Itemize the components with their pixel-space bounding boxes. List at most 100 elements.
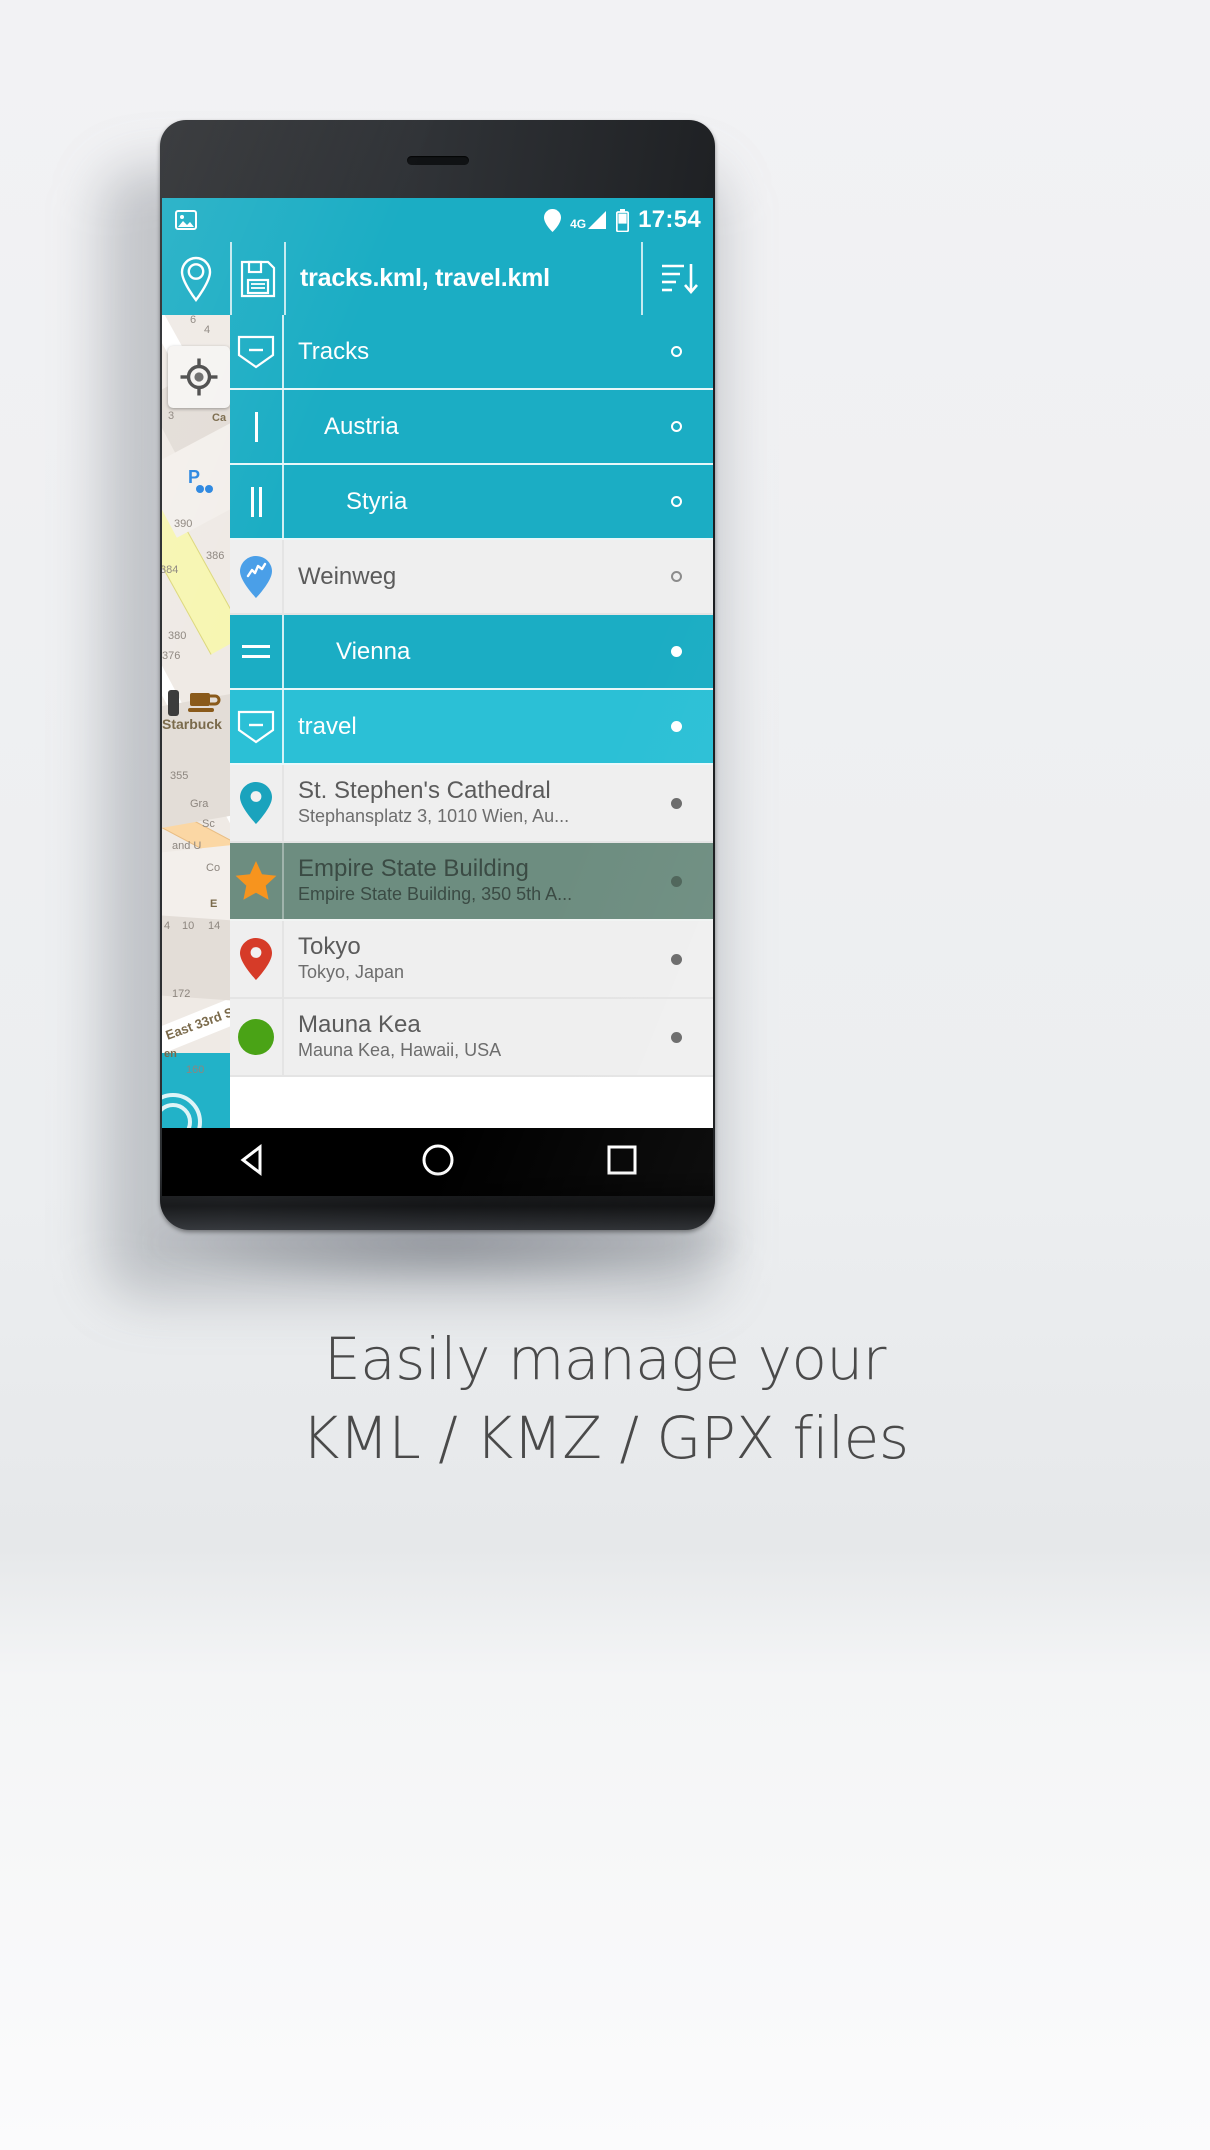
list-item[interactable]: Weinweg [230, 540, 713, 615]
list-item[interactable]: travel [230, 690, 713, 765]
list-item-marker[interactable] [639, 540, 713, 613]
map-label: Ca [212, 412, 227, 424]
toolbar-title: tracks.kml, travel.kml [284, 242, 641, 315]
indent-bars [254, 411, 258, 442]
list-item[interactable]: St. Stephen's Cathedral Stephansplatz 3,… [230, 765, 713, 843]
list-item-marker[interactable] [639, 690, 713, 763]
folder-collapse-icon[interactable] [230, 315, 284, 388]
list-item-title: Austria [324, 413, 399, 440]
list-item-marker[interactable] [639, 615, 713, 688]
list-item-marker[interactable] [639, 843, 713, 919]
filled-dot-icon [670, 797, 682, 809]
map-traffic-light-icon [168, 690, 179, 716]
indent-bar-1-icon [230, 390, 284, 463]
map-parking-icon: P [188, 467, 213, 493]
map-label: 6 [190, 314, 197, 326]
list-item-marker[interactable] [639, 765, 713, 841]
list-item[interactable]: Styria [230, 465, 713, 540]
map-label: 3 [168, 410, 175, 422]
map-label: Sc [202, 818, 215, 830]
hollow-dot-icon [670, 571, 682, 582]
phone-device: 8 6 4 3 Ca 390 386 384 380 376 Starbuck … [160, 120, 715, 1230]
map-label-starbucks: Starbuck [162, 716, 222, 732]
list-item-subtitle: Mauna Kea, Hawaii, USA [298, 1040, 502, 1061]
list-item-text: Mauna Kea Mauna Kea, Hawaii, USA [284, 999, 639, 1075]
status-bar-right: 4G 17:54 [544, 206, 701, 234]
list-item[interactable]: Tracks [230, 315, 713, 390]
map-pin-button[interactable] [162, 242, 230, 315]
list-item-marker[interactable] [639, 315, 713, 388]
filled-dot-icon [670, 646, 682, 657]
map-label: 355 [170, 770, 189, 782]
sort-descending-icon [662, 263, 698, 294]
list-item-subtitle: Empire State Building, 350 5th A... [298, 884, 573, 905]
list-item-marker[interactable] [639, 465, 713, 538]
folder-collapse-glyph [237, 335, 275, 368]
indent-bar-2-icon [230, 465, 284, 538]
list-item-title: Vienna [336, 638, 411, 665]
map-label: 172 [172, 988, 191, 1000]
list-item-marker[interactable] [639, 390, 713, 463]
map-label: E [210, 898, 218, 910]
list-item-text: Tracks [284, 315, 639, 388]
list-item-text: Styria [284, 465, 639, 538]
green-circle-glyph [238, 1019, 274, 1055]
teal-pin-icon [230, 765, 284, 841]
map-label: 160 [186, 1064, 205, 1076]
promo-caption: Easily manage your KML / KMZ / GPX files [0, 1320, 1210, 1478]
floppy-save-icon [240, 260, 276, 297]
network-indicator: 4G [570, 210, 607, 230]
battery-icon [616, 208, 630, 232]
list-item-text: Austria [284, 390, 639, 463]
list-item-title: St. Stephen's Cathedral [298, 778, 551, 805]
map-label: Gra [190, 798, 209, 810]
list-item-title: Empire State Building [298, 856, 529, 883]
list-item-title: Tokyo [298, 934, 361, 961]
list-item-subtitle: Tokyo, Japan [298, 962, 405, 983]
list-item-subtitle: Stephansplatz 3, 1010 Wien, Au... [298, 806, 570, 827]
list-item[interactable]: Austria [230, 390, 713, 465]
hollow-dot-icon [670, 421, 682, 432]
list-item-text: Weinweg [284, 540, 639, 613]
map-label: 386 [206, 550, 225, 562]
placemark-list[interactable]: Tracks Austria Styria Weinweg Vienna tra… [230, 315, 713, 1128]
teal-pin-glyph [240, 782, 272, 824]
gps-crosshair-icon [180, 358, 218, 396]
map-label: 390 [174, 518, 193, 530]
list-item-title: Weinweg [298, 563, 397, 590]
map-label: 376 [162, 650, 181, 662]
map-label: 10 [182, 920, 195, 932]
svg-text:P: P [188, 467, 200, 487]
map-label: 4 [204, 324, 211, 336]
sort-button[interactable] [641, 242, 713, 315]
list-item[interactable]: Empire State Building Empire State Build… [230, 843, 713, 921]
status-bar-clock: 17:54 [638, 206, 701, 233]
list-item[interactable]: Vienna [230, 615, 713, 690]
save-button[interactable] [230, 242, 284, 315]
list-item-marker[interactable] [639, 921, 713, 997]
hollow-dot-icon [670, 496, 682, 507]
filled-dot-icon [670, 875, 682, 887]
list-item-marker[interactable] [639, 999, 713, 1075]
filled-dot-icon [670, 953, 682, 965]
orange-star-icon [230, 843, 284, 919]
indent-bars [250, 486, 262, 517]
map-pin-outline-icon [180, 256, 212, 302]
app-toolbar: tracks.kml, travel.kml [162, 242, 713, 315]
list-item-title: Tracks [298, 338, 370, 365]
folder-collapse-icon[interactable] [230, 690, 284, 763]
map-label: 380 [168, 630, 187, 642]
filled-dot-icon [670, 721, 682, 732]
list-item[interactable]: Mauna Kea Mauna Kea, Hawaii, USA [230, 999, 713, 1077]
list-item-text: travel [284, 690, 639, 763]
filled-dot-icon [670, 1031, 682, 1043]
gps-locate-button[interactable] [168, 346, 230, 408]
list-item-text: Empire State Building Empire State Build… [284, 843, 639, 919]
earpiece-speaker [406, 156, 469, 165]
list-item-text: St. Stephen's Cathedral Stephansplatz 3,… [284, 765, 639, 841]
track-pin-glyph [240, 555, 272, 598]
folder-expand-icon[interactable] [230, 615, 284, 688]
list-item[interactable]: Tokyo Tokyo, Japan [230, 921, 713, 999]
map-label: and U [172, 840, 202, 852]
map-label: 4 [164, 920, 171, 932]
